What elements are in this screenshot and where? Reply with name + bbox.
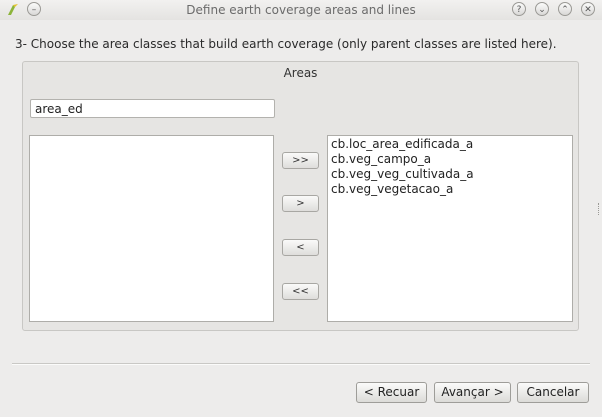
list-item[interactable]: cb.veg_veg_cultivada_a <box>331 167 569 182</box>
selected-classes-list[interactable]: cb.loc_area_edificada_a cb.veg_campo_a c… <box>327 135 573 322</box>
step-instruction: 3- Choose the area classes that build ea… <box>15 37 557 51</box>
close-button[interactable]: ✕ <box>581 2 595 16</box>
resize-handle[interactable] <box>598 203 602 215</box>
maximize-button[interactable]: ⌃ <box>558 2 572 16</box>
area-filter-input[interactable] <box>30 99 275 118</box>
add-all-button[interactable]: >> <box>282 152 319 169</box>
areas-groupbox: Areas >> > < << cb.loc_area_edificada_a … <box>22 61 579 331</box>
cancel-button[interactable]: Cancelar <box>517 382 589 403</box>
available-classes-list[interactable] <box>29 135 274 322</box>
title-bar: – Define earth coverage areas and lines … <box>0 0 602 20</box>
remove-all-button[interactable]: << <box>282 283 319 300</box>
footer-separator <box>12 363 590 365</box>
add-selected-button[interactable]: > <box>282 195 319 212</box>
list-item[interactable]: cb.loc_area_edificada_a <box>331 137 569 152</box>
back-button[interactable]: < Recuar <box>356 382 427 403</box>
help-button[interactable]: ? <box>512 2 526 16</box>
list-item[interactable]: cb.veg_campo_a <box>331 152 569 167</box>
list-item[interactable]: cb.veg_vegetacao_a <box>331 182 569 197</box>
areas-group-title: Areas <box>283 66 318 80</box>
minimize-button[interactable]: ⌄ <box>535 2 549 16</box>
next-button[interactable]: Avançar > <box>434 382 511 403</box>
remove-selected-button[interactable]: < <box>282 239 319 256</box>
